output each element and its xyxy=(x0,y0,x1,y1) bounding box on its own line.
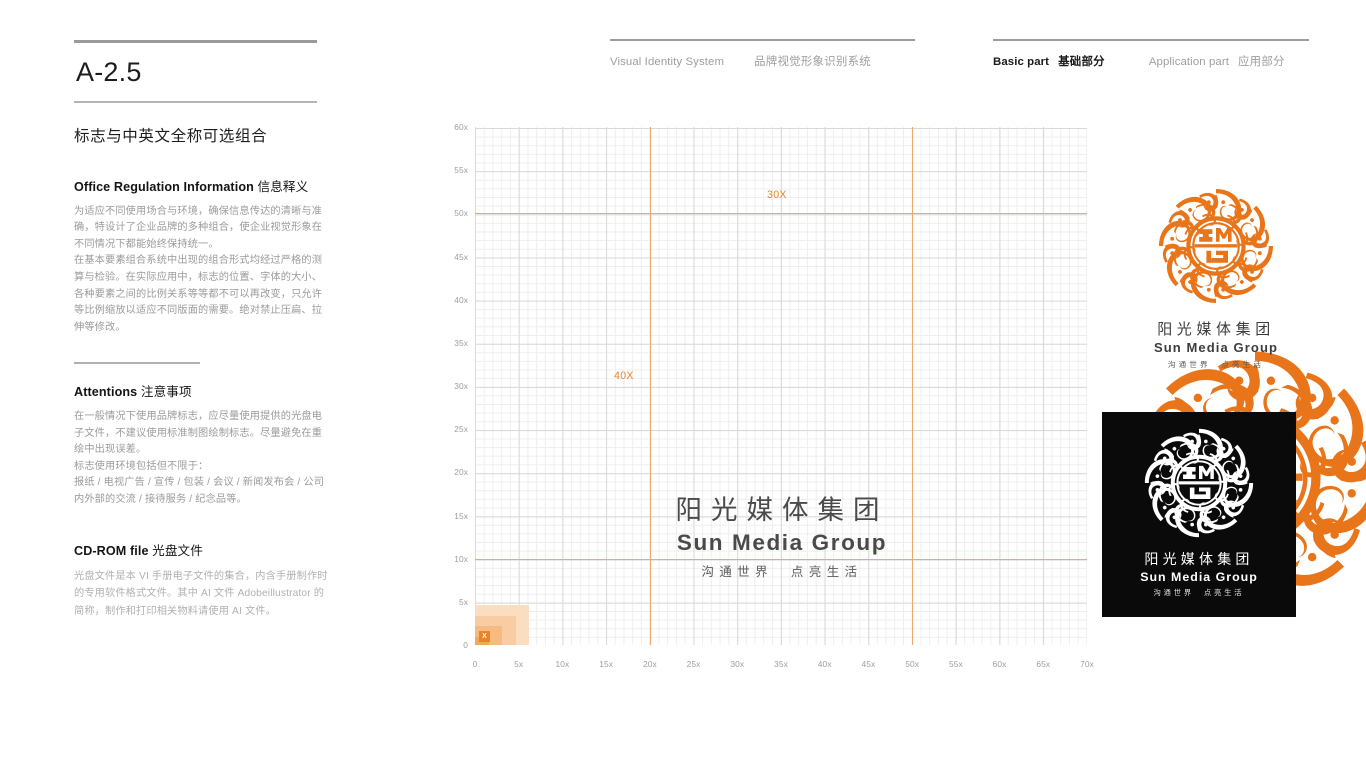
y-axis-tick-25x: 25x xyxy=(454,424,468,435)
header-part-row: Basic part 基础部分 Application part 应用部分 xyxy=(993,53,1309,69)
header-part-group: Basic part 基础部分 Application part 应用部分 xyxy=(993,39,1309,69)
attentions-paragraph-1: 在一般情况下使用品牌标志，应尽量使用提供的光盘电子文件，不建议使用标准制图绘制标… xyxy=(74,410,323,456)
attentions-heading: Attentions 注意事项 xyxy=(74,381,332,400)
x-axis-tick-15x: 15x xyxy=(599,659,614,669)
attentions-paragraph-3: 报纸 / 电视广告 / 宣传 / 包装 / 会议 / 新闻发布会 / 公司内外部… xyxy=(74,477,325,505)
brand-wordmark-large: 阳光媒体集团 Sun Media Group 沟通世界 点亮生活 xyxy=(634,488,930,580)
x-axis-tick-50x: 50x xyxy=(905,659,920,669)
tab-basic-part-en[interactable]: Basic part xyxy=(993,56,1049,68)
logo-dark-cn: 阳光媒体集团 xyxy=(1144,551,1254,567)
left-info-column: A-2.5 标志与中英文全称可选组合 Office Regulation Inf… xyxy=(74,40,332,620)
header-divider-right xyxy=(993,39,1309,42)
office-regulation-heading-en: Office Regulation Information xyxy=(74,179,254,194)
page-code-divider xyxy=(74,101,317,103)
logo-dark-en: Sun Media Group xyxy=(1140,570,1258,584)
x-axis-tick-40x: 40x xyxy=(817,659,832,669)
brand-mark-light xyxy=(1155,186,1277,306)
y-axis-tick-55x: 55x xyxy=(454,165,468,176)
office-paragraph-1: 为适应不同使用场合与环境，确保信息传达的清晰与准确，特设计了企业品牌的多种组合，… xyxy=(74,205,323,250)
y-axis-tick-0: 0 xyxy=(463,640,468,650)
office-regulation-block: Office Regulation Information 信息释义 为适应不同… xyxy=(74,176,332,337)
x-axis-tick-10x: 10x xyxy=(555,659,570,669)
attentions-body: 在一般情况下使用品牌标志，应尽量使用提供的光盘电子文件，不建议使用标准制图绘制标… xyxy=(74,409,332,509)
tab-application-part-en[interactable]: Application part xyxy=(1149,56,1229,68)
x-axis-tick-55x: 55x xyxy=(948,659,963,669)
y-axis-tick-50x: 50x xyxy=(454,208,468,219)
cdrom-paragraph-1: 光盘文件是本 VI 手册电子文件的集合，内含手册制作时的专用软件格式文件。其中 … xyxy=(74,570,328,617)
office-regulation-heading-cn: 信息释义 xyxy=(257,179,309,194)
y-axis-tick-15x: 15x xyxy=(454,510,468,521)
logo-light-cn: 阳光媒体集团 xyxy=(1157,321,1275,338)
cdrom-heading-en: CD-ROM file xyxy=(74,543,149,558)
header-divider-left xyxy=(610,39,915,42)
header-vis-cn: 品牌视觉形象识别系统 xyxy=(754,56,871,69)
header-vis-row: Visual Identity System 品牌视觉形象识别系统 xyxy=(610,53,915,69)
office-paragraph-2: 在基本要素组合系统中出现的组合形式均经过严格的测算与检验。在实际应用中，标志的位… xyxy=(74,255,323,333)
attentions-block: Attentions 注意事项 在一般情况下使用品牌标志，应尽量使用提供的光盘电… xyxy=(74,381,332,509)
section-divider xyxy=(74,362,200,364)
x-axis-tick-45x: 45x xyxy=(861,659,876,669)
logo-light-slogan: 沟通世界 点亮生活 xyxy=(1167,360,1265,369)
logo-light-en: Sun Media Group xyxy=(1153,340,1279,355)
y-axis-tick-30x: 30x xyxy=(454,381,468,391)
header-vis-en: Visual Identity System xyxy=(610,56,725,69)
y-axis-tick-20x: 20x xyxy=(454,467,468,478)
header-vis-group: Visual Identity System 品牌视觉形象识别系统 xyxy=(610,39,915,69)
logo-lockup-dark: 阳光媒体集团 Sun Media Group 沟通世界 点亮生活 xyxy=(1102,412,1296,617)
wordmark-slogan-large: 沟通世界 点亮生活 xyxy=(701,565,863,579)
cdrom-file-block: CD-ROM file 光盘文件 光盘文件是本 VI 手册电子文件的集合，内含手… xyxy=(74,540,332,621)
cdrom-heading-cn: 光盘文件 xyxy=(152,543,203,558)
logo-dark-slogan: 沟通世界 点亮生活 xyxy=(1153,588,1245,597)
y-axis-tick-5x: 5x xyxy=(458,596,468,607)
top-divider xyxy=(74,40,317,43)
y-axis-tick-60x: 60x xyxy=(454,122,468,132)
y-axis-tick-45x: 45x xyxy=(454,251,468,262)
tab-application-part-cn[interactable]: 应用部分 xyxy=(1238,53,1285,69)
x-axis-tick-70x: 70x xyxy=(1080,659,1094,669)
x-axis-tick-60x: 60x xyxy=(992,659,1007,669)
x-axis-tick-5x: 5x xyxy=(514,659,524,669)
attentions-heading-cn: 注意事项 xyxy=(140,384,192,399)
x-axis-tick-0: 0 xyxy=(472,659,478,669)
office-regulation-heading: Office Regulation Information 信息释义 xyxy=(74,176,332,195)
x-axis-tick-65x: 65x xyxy=(1036,659,1051,669)
office-regulation-body: 为适应不同使用场合与环境，确保信息传达的清晰与准确，特设计了企业品牌的多种组合，… xyxy=(74,204,332,337)
x-axis-tick-25x: 25x xyxy=(686,659,701,669)
y-axis-tick-40x: 40x xyxy=(454,294,468,305)
attentions-heading-en: Attentions xyxy=(74,384,138,399)
page-code: A-2.5 xyxy=(76,57,142,87)
logo-lockup-light: 阳光媒体集团 Sun Media Group 沟通世界 点亮生活 xyxy=(1124,186,1308,370)
cdrom-body: 光盘文件是本 VI 手册电子文件的集合，内含手册制作时的专用软件格式文件。其中 … xyxy=(74,568,332,621)
cdrom-heading: CD-ROM file 光盘文件 xyxy=(74,540,332,559)
unit-swatch-label: X xyxy=(479,631,490,642)
attentions-paragraph-2: 标志使用环境包括但不限于： xyxy=(74,460,209,472)
x-axis-tick-35x: 35x xyxy=(774,659,788,669)
y-axis-tick-35x: 35x xyxy=(454,337,468,348)
y-axis-tick-10x: 10x xyxy=(454,553,468,564)
tab-basic-part-cn[interactable]: 基础部分 xyxy=(1058,53,1105,69)
x-axis-tick-30x: 30x xyxy=(730,659,745,669)
brand-mark-dark xyxy=(1141,426,1257,540)
wordmark-en-large: Sun Media Group xyxy=(676,530,888,555)
x-axis-tick-20x: 20x xyxy=(642,659,657,669)
wordmark-cn-large: 阳光媒体集团 xyxy=(675,495,889,525)
page-title: 标志与中英文全称可选组合 xyxy=(74,127,268,145)
